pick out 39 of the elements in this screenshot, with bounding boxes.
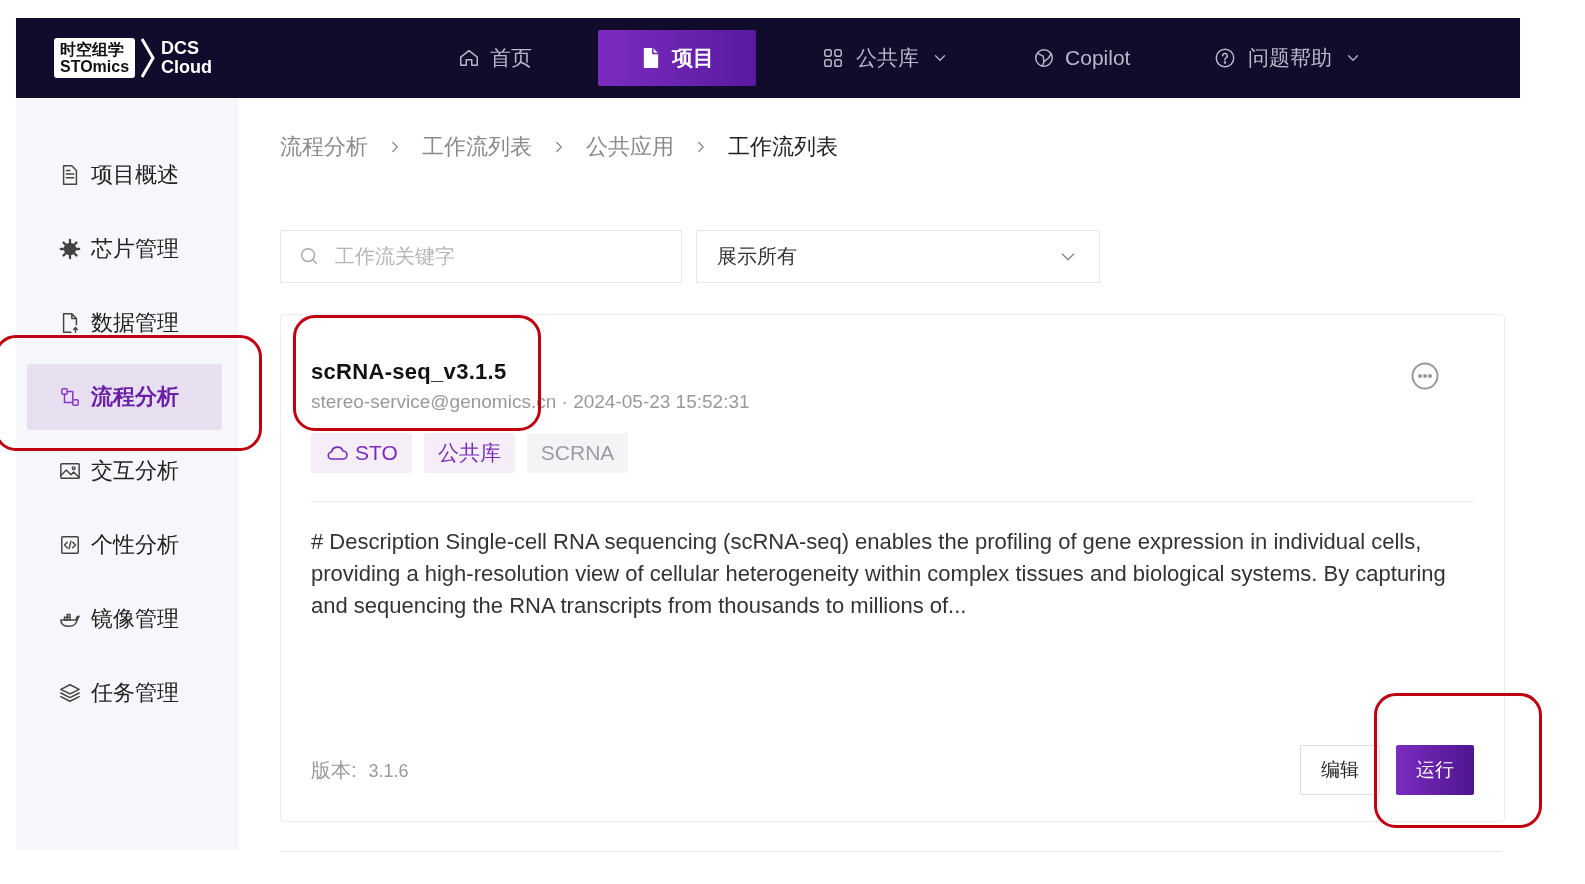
filter-dropdown[interactable]: 展示所有 (696, 230, 1100, 283)
sidebar-item[interactable]: 项目概述 (27, 142, 222, 208)
version-label: 版本: (311, 757, 357, 783)
gear-icon (59, 238, 81, 260)
sidebar-item[interactable]: 镜像管理 (27, 586, 222, 652)
sidebar-item[interactable]: 任务管理 (27, 660, 222, 726)
nav-tab[interactable]: 项目 (598, 30, 757, 86)
tag: STO (311, 433, 412, 473)
nav-tab[interactable]: 公共库 (804, 30, 968, 86)
version-number: 3.1.6 (368, 760, 409, 782)
breadcrumb-link[interactable]: 工作流列表 (728, 132, 838, 162)
image-icon (59, 460, 81, 482)
sidebar-item[interactable]: 数据管理 (27, 290, 222, 356)
nav-tab[interactable]: 首页 (440, 30, 551, 86)
more-icon (1410, 361, 1440, 391)
layers-icon (59, 682, 81, 704)
nav-tab[interactable]: 问题帮助 (1196, 30, 1381, 86)
product-name: DCS Cloud (161, 39, 213, 77)
grid-icon (822, 47, 845, 69)
edit-button[interactable]: 编辑 (1300, 745, 1380, 795)
globe-icon (1033, 47, 1056, 69)
nav-tab[interactable]: Copilot (1015, 30, 1149, 86)
sidebar-item[interactable]: 交互分析 (27, 438, 222, 504)
tag: 公共库 (423, 433, 515, 473)
workflow-description: # Description Single-cell RNA sequencing (scRNA-seq) enables the profiling of gene expression in individual cells, providing a high-resolution view of cellular heterogeneity within complex tissues and biological systems. By capturing and sequencing the RNA transcripts from thousands to millions of... (311, 528, 1447, 620)
workflow-title[interactable]: scRNA-seq_v3.1.5 (311, 359, 750, 385)
search-icon (298, 245, 320, 267)
sidebar-item[interactable]: 个性分析 (27, 512, 222, 578)
tag: SCRNA (526, 433, 629, 473)
flow-icon (59, 386, 81, 408)
sidebar-item[interactable]: 流程分析 (27, 364, 222, 430)
help-icon (1214, 47, 1237, 69)
home-icon (458, 47, 481, 69)
run-button[interactable]: 运行 (1396, 745, 1474, 795)
logo[interactable]: 时空组学 STOmics (54, 38, 136, 78)
code-icon (59, 534, 81, 556)
sidebar-item[interactable]: 芯片管理 (27, 216, 222, 282)
search-field[interactable]: 工作流关键字 (280, 230, 682, 283)
chevron-logo-icon (141, 38, 156, 78)
